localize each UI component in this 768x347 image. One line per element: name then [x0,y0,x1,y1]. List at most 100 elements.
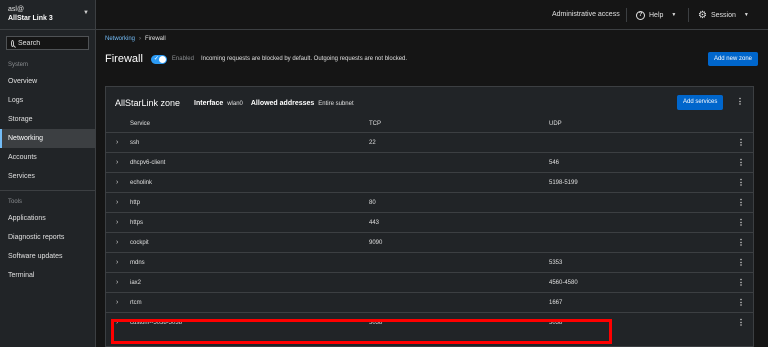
chevron-right-icon[interactable]: › [116,313,118,333]
table-row[interactable]: › echolink 5198-5199 ⋮ [106,172,753,192]
chevron-right-icon[interactable]: › [116,153,118,173]
interface-label: Interface [194,99,224,107]
table-row[interactable]: › iax2 4560-4580 ⋮ [106,272,753,292]
page-title: Firewall [105,53,143,65]
sidebar-item-logs[interactable]: Logs [0,91,95,110]
help-icon: ? [636,10,645,20]
kebab-menu-icon[interactable]: ⋮ [737,278,745,288]
kebab-menu-icon[interactable]: ⋮ [736,97,744,107]
firewall-header: Firewall ✓ Enabled Incoming requests are… [105,52,765,66]
masthead-divider [626,8,627,22]
firewall-status: Enabled [171,56,194,62]
kebab-menu-icon[interactable]: ⋮ [737,258,745,268]
sidebar-item-networking[interactable]: Networking [0,129,95,148]
sidebar-section-system: System [8,62,29,68]
sidebar-item-terminal[interactable]: Terminal [0,266,95,285]
allowed-value: Entire subnet [318,100,354,107]
table-row[interactable]: › https 443 ⋮ [106,212,753,232]
chevron-right-icon[interactable]: › [116,173,118,193]
chevron-right-icon[interactable]: › [116,213,118,233]
column-service[interactable]: Service [130,118,150,130]
cell-tcp: 22 [369,140,376,146]
kebab-menu-icon[interactable]: ⋮ [737,138,745,148]
table-row[interactable]: › cockpit 9090 ⋮ [106,232,753,252]
help-menu[interactable]: ? Help ▼ [636,0,676,30]
caret-down-icon: ▼ [671,12,677,18]
caret-down-icon[interactable]: ▼ [83,10,89,16]
search-input[interactable] [18,39,88,47]
cell-udp: 1667 [549,300,563,306]
cell-udp: 546 [549,160,560,166]
search-box[interactable] [6,36,89,50]
add-services-button[interactable]: Add services [677,95,724,110]
sidebar-host: AllStar Link 3 [8,15,53,22]
breadcrumb-current: Firewall [145,36,166,42]
cell-service: http [130,200,141,206]
allowed-label: Allowed addresses [250,99,315,107]
table-row[interactable]: › custom--5038-5038 5038 5038 ⋮ [106,312,753,333]
sidebar-item-applications[interactable]: Applications [0,209,95,228]
kebab-menu-icon[interactable]: ⋮ [737,158,745,168]
chevron-right-icon[interactable]: › [116,233,118,253]
sidebar: asl@ AllStar Link 3 ▼ System Overview Lo… [0,0,96,347]
chevron-right-icon[interactable]: › [116,293,118,313]
table-row[interactable]: › mdns 5353 ⋮ [106,252,753,272]
cell-udp: 5038 [549,320,563,326]
firewall-toggle[interactable]: ✓ [150,54,167,64]
caret-down-icon: ▼ [743,12,749,18]
kebab-menu-icon[interactable]: ⋮ [737,318,745,328]
chevron-right-icon[interactable]: › [116,253,118,273]
cell-tcp: 443 [369,220,380,226]
kebab-menu-icon[interactable]: ⋮ [737,198,745,208]
sidebar-item-diagnostic-reports[interactable]: Diagnostic reports [0,228,95,247]
breadcrumb-networking-link[interactable]: Networking [105,36,135,42]
sidebar-item-overview[interactable]: Overview [0,72,95,91]
zone-interface: Interface wlan0 [194,100,243,107]
kebab-menu-icon[interactable]: ⋮ [737,178,745,188]
cell-service: dhcpv6-client [130,160,166,166]
masthead-divider [688,8,689,22]
column-tcp[interactable]: TCP [369,118,381,130]
cell-udp: 5353 [549,260,563,266]
table-header: Service TCP UDP [106,118,753,130]
sidebar-section-tools: Tools [8,199,23,205]
cell-service: custom--5038-5038 [130,320,183,326]
administrative-access-button[interactable]: Administrative access [552,0,620,30]
cell-udp: 4560-4580 [549,280,578,286]
table-row[interactable]: › ssh 22 ⋮ [106,132,753,152]
cell-tcp: 80 [369,200,376,206]
host-switcher[interactable]: asl@ AllStar Link 3 ▼ [0,0,95,30]
column-udp[interactable]: UDP [549,118,562,130]
table-row[interactable]: › http 80 ⋮ [106,192,753,212]
firewall-description: Incoming requests are blocked by default… [200,56,408,62]
zone-header: AllStarLink zone Interface wlan0 Allowed… [115,97,354,109]
kebab-menu-icon[interactable]: ⋮ [737,218,745,228]
sidebar-item-software-updates[interactable]: Software updates [0,247,95,266]
sidebar-item-accounts[interactable]: Accounts [0,148,95,167]
breadcrumb: Networking › Firewall [105,36,166,42]
cell-service: https [130,220,144,226]
zone-name: AllStarLink zone [115,98,181,108]
sidebar-item-services[interactable]: Services [0,167,95,186]
chevron-right-icon[interactable]: › [116,193,118,213]
kebab-menu-icon[interactable]: ⋮ [737,298,745,308]
cell-tcp: 5038 [369,320,383,326]
cell-service: rtcm [130,300,142,306]
chevron-right-icon[interactable]: › [116,133,118,153]
zone-card: AllStarLink zone Interface wlan0 Allowed… [105,86,754,347]
table-row[interactable]: › rtcm 1667 ⋮ [106,292,753,312]
cell-service: ssh [130,140,140,146]
help-label: Help [649,11,664,19]
gear-icon: ⚙ [698,9,707,21]
cell-service: iax2 [130,280,142,286]
kebab-menu-icon[interactable]: ⋮ [737,238,745,248]
chevron-right-icon[interactable]: › [116,273,118,293]
table-row[interactable]: › dhcpv6-client 546 ⋮ [106,152,753,172]
cell-service: echolink [130,180,153,186]
session-label: Session [710,11,736,19]
add-new-zone-button[interactable]: Add new zone [707,52,758,66]
main-content: Networking › Firewall Firewall ✓ Enabled… [96,30,768,347]
sidebar-item-storage[interactable]: Storage [0,110,95,129]
cell-tcp: 9090 [369,240,383,246]
session-menu[interactable]: ⚙ Session ▼ [698,0,749,30]
